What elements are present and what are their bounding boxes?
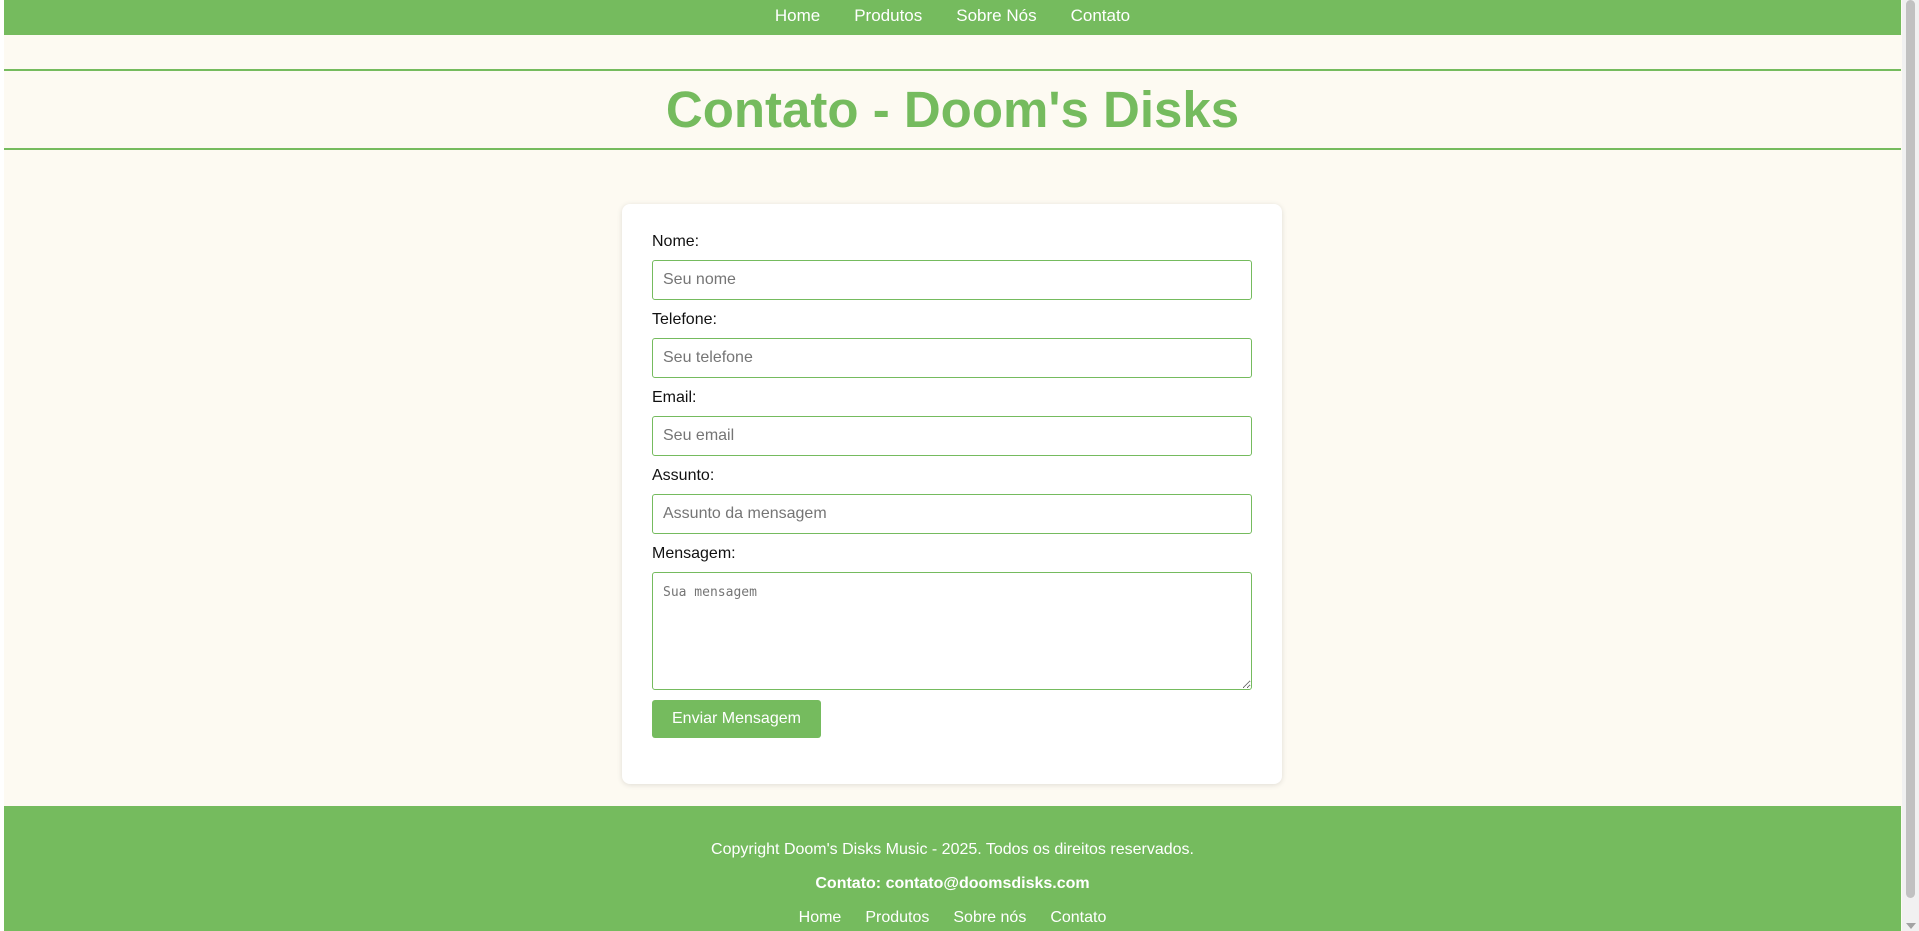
email-label: Email: <box>652 389 697 406</box>
phone-input[interactable] <box>652 338 1252 378</box>
nav-link-home[interactable]: Home <box>758 1 837 31</box>
submit-button[interactable]: Enviar Mensagem <box>652 700 821 738</box>
page-title: Contato - Doom's Disks <box>665 81 1240 138</box>
vertical-scrollbar[interactable] <box>1902 0 1919 931</box>
phone-label: Telefone: <box>652 311 717 328</box>
footer-contact: Contato: contato@doomsdisks.com <box>815 875 1090 892</box>
footer-copyright: Copyright Doom's Disks Music - 2025. Tod… <box>711 841 1194 858</box>
footer-navigation: Home Produtos Sobre nós Contato <box>4 908 1901 928</box>
nav-link-contato[interactable]: Contato <box>1054 1 1148 31</box>
top-navigation: Home Produtos Sobre Nós Contato <box>4 0 1901 35</box>
name-label: Nome: <box>652 233 700 250</box>
page-footer: Copyright Doom's Disks Music - 2025. Tod… <box>4 806 1901 931</box>
subject-input[interactable] <box>652 494 1252 534</box>
footer-link-sobre-nos[interactable]: Sobre nós <box>941 908 1038 928</box>
nav-link-sobre-nos[interactable]: Sobre Nós <box>939 1 1053 31</box>
name-input[interactable] <box>652 260 1252 300</box>
email-input[interactable] <box>652 416 1252 456</box>
subject-label: Assunto: <box>652 467 715 484</box>
scrollbar-thumb[interactable] <box>1906 0 1915 898</box>
message-textarea[interactable] <box>652 572 1252 690</box>
contact-form: Nome: Telefone: Email: Assunto: Mensagem… <box>622 204 1282 784</box>
footer-link-produtos[interactable]: Produtos <box>853 908 941 928</box>
nav-link-produtos[interactable]: Produtos <box>837 1 939 31</box>
footer-link-home[interactable]: Home <box>787 908 854 928</box>
page: Home Produtos Sobre Nós Contato Contato … <box>4 0 1901 931</box>
scroll-down-arrow-icon[interactable] <box>1906 923 1916 929</box>
footer-link-contato[interactable]: Contato <box>1038 908 1118 928</box>
message-label: Mensagem: <box>652 545 736 562</box>
page-header: Contato - Doom's Disks <box>4 69 1901 150</box>
